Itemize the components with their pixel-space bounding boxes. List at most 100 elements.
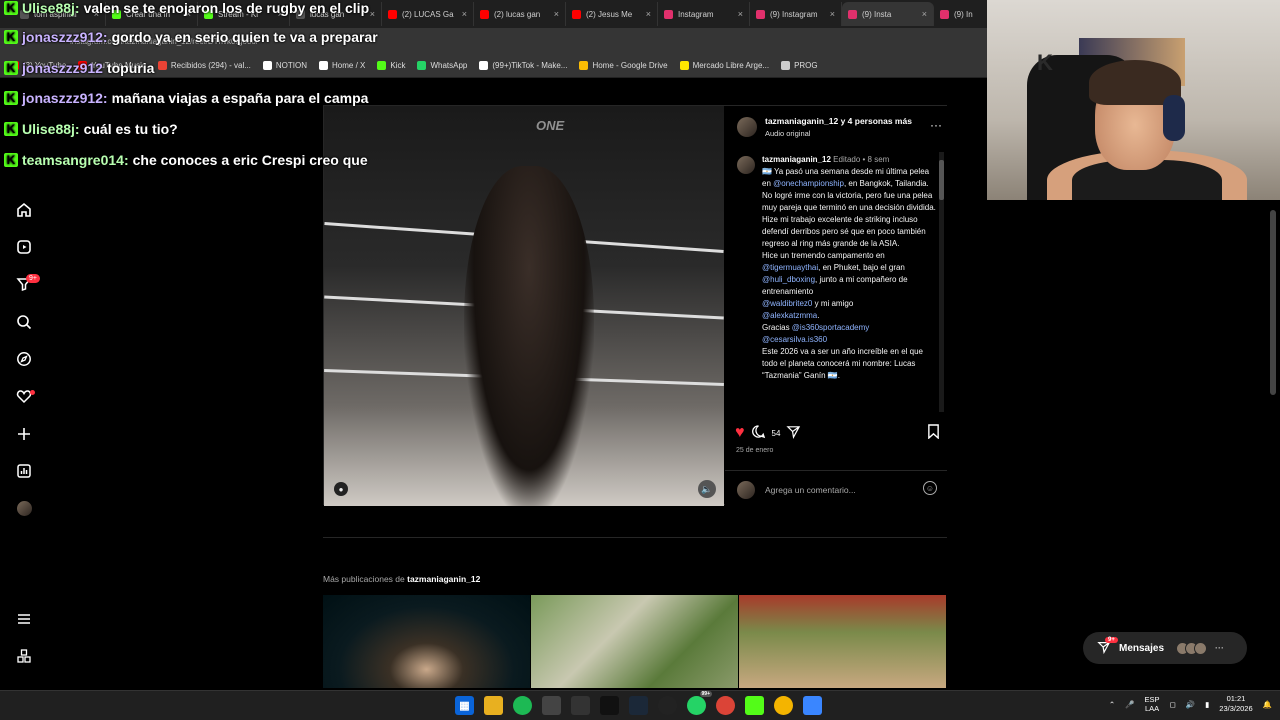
- author-avatar[interactable]: [737, 117, 757, 137]
- dashboard-icon[interactable]: [14, 461, 34, 481]
- chrome-profile-icon[interactable]: [774, 696, 793, 715]
- tab-close-icon[interactable]: ×: [462, 9, 467, 19]
- file-explorer-icon[interactable]: [484, 696, 503, 715]
- network-icon[interactable]: ◻: [1170, 700, 1176, 709]
- webcam-feed: K: [987, 0, 1280, 200]
- apps-icon[interactable]: [14, 646, 34, 666]
- emoji-icon[interactable]: ☺: [923, 481, 937, 495]
- share-icon[interactable]: [786, 424, 801, 443]
- tab-close-icon[interactable]: ×: [646, 9, 651, 19]
- lang-variant: LAA: [1144, 704, 1160, 713]
- chat-message: Kjonaszzz912 topuria: [4, 60, 154, 76]
- bookmark-label: PROG: [794, 61, 818, 70]
- date: 23/3/2026: [1219, 704, 1253, 713]
- mention-link[interactable]: @alexkatzmma: [762, 311, 817, 320]
- tab-close-icon[interactable]: ×: [738, 9, 743, 19]
- more-options-icon[interactable]: ···: [930, 118, 942, 132]
- notification-bell-icon[interactable]: 🔔: [1263, 700, 1272, 709]
- comment-icon[interactable]: [751, 424, 766, 443]
- obs-icon[interactable]: [658, 696, 677, 715]
- bookmark-item[interactable]: Recibidos (294) - val...: [157, 61, 251, 70]
- spotify-icon[interactable]: [513, 696, 532, 715]
- mention-link[interactable]: @tigermuaythai: [762, 263, 818, 272]
- caption-scrollbar[interactable]: [939, 152, 944, 412]
- kick-icon[interactable]: [745, 696, 764, 715]
- tab-close-icon[interactable]: ×: [922, 9, 927, 19]
- calculator-icon[interactable]: [571, 696, 590, 715]
- volume-icon[interactable]: 🔊: [1186, 700, 1195, 709]
- comment-input[interactable]: Agrega un comentario...: [765, 485, 856, 495]
- store-icon[interactable]: [542, 696, 561, 715]
- post-header: tazmaniaganin_12 y 4 personas más Audio …: [737, 114, 942, 142]
- section-divider: [323, 537, 947, 538]
- language-indicator[interactable]: ESP LAA: [1145, 695, 1160, 713]
- steam-icon[interactable]: [629, 696, 648, 715]
- chat-text: cuál es tu tio?: [83, 121, 178, 137]
- bookmark-item[interactable]: Mercado Libre Arge...: [679, 61, 769, 70]
- mention-link[interactable]: @cesarsilva.is360: [762, 335, 827, 344]
- caption-avatar[interactable]: [737, 156, 755, 174]
- like-heart-icon[interactable]: ♥: [735, 424, 745, 442]
- bookmark-item[interactable]: WhatsApp: [417, 61, 467, 70]
- windows-start-icon[interactable]: ▦: [455, 696, 474, 715]
- tag-user-icon[interactable]: ●: [334, 482, 348, 496]
- tab-label: (2) lucas gan: [494, 9, 541, 19]
- create-icon[interactable]: [14, 424, 34, 444]
- tab-close-icon[interactable]: ×: [554, 9, 559, 19]
- chat-message: K Ulise88j: cuál es tu tio?: [4, 121, 178, 137]
- reel-video[interactable]: ONE ● 🔈: [324, 106, 724, 506]
- microphone-icon[interactable]: 🎤: [1125, 700, 1134, 709]
- page-scrollbar[interactable]: [1270, 210, 1276, 395]
- browser-tab[interactable]: (2) Jesus Me ×: [566, 2, 658, 26]
- chat-text: che conoces a eric Crespi creo que: [132, 152, 368, 168]
- chrome-icon[interactable]: [716, 696, 735, 715]
- chat-username: Ulise88j:: [22, 121, 80, 137]
- post-author[interactable]: tazmaniaganin_12 y 4 personas más: [765, 116, 912, 126]
- notifications-icon[interactable]: [14, 386, 34, 406]
- caption-text: , en Phuket, bajo el gran: [818, 263, 905, 272]
- browser-tab[interactable]: (2) lucas gan ×: [474, 2, 566, 26]
- mention-link[interactable]: @huli_dboxing: [762, 275, 815, 284]
- messages-button[interactable]: 9+ Mensajes ···: [1083, 632, 1247, 664]
- post-thumbnail[interactable]: [531, 595, 738, 688]
- mention-link[interactable]: @is360sportacademy: [792, 323, 870, 332]
- menu-icon[interactable]: [14, 609, 34, 629]
- browser-tab[interactable]: Instagram ×: [658, 2, 750, 26]
- explore-icon[interactable]: [14, 349, 34, 369]
- clock[interactable]: 01:21 23/3/2026: [1219, 694, 1252, 714]
- reels-icon[interactable]: [14, 237, 34, 257]
- tab-close-icon[interactable]: ×: [830, 9, 835, 19]
- bookmark-item[interactable]: Home / X: [319, 61, 365, 70]
- volume-icon[interactable]: 🔈: [698, 480, 716, 498]
- bookmark-item[interactable]: Kick: [377, 61, 405, 70]
- more-posts-user[interactable]: tazmaniaganin_12: [407, 574, 480, 584]
- audio-label[interactable]: Audio original: [765, 129, 810, 138]
- post-thumbnail[interactable]: [323, 595, 530, 688]
- notepad-icon[interactable]: [803, 696, 822, 715]
- home-icon[interactable]: [14, 200, 34, 220]
- scroll-thumb[interactable]: [939, 160, 944, 200]
- profile-avatar[interactable]: [14, 498, 34, 518]
- post-thumbnail[interactable]: [739, 595, 946, 688]
- bookmark-item[interactable]: Home - Google Drive: [579, 61, 668, 70]
- bookmark-icon[interactable]: [927, 424, 940, 442]
- search-icon[interactable]: [14, 312, 34, 332]
- browser-tab[interactable]: (2) LUCAS Ga ×: [382, 2, 474, 26]
- bookmark-item[interactable]: PROG: [781, 61, 818, 70]
- capcut-icon[interactable]: [600, 696, 619, 715]
- mention-link[interactable]: @onechampionship: [773, 179, 844, 188]
- bookmark-item[interactable]: NOTION: [262, 61, 307, 70]
- bookmark-item[interactable]: (99+)TikTok - Make...: [479, 61, 567, 70]
- mention-link[interactable]: @waldibritez0: [762, 299, 812, 308]
- kick-badge-icon: K: [4, 91, 18, 105]
- bookmark-favicon-icon: [479, 61, 489, 70]
- chevron-up-icon[interactable]: ⌃: [1109, 700, 1115, 709]
- tab-close-icon[interactable]: ×: [370, 9, 375, 19]
- battery-icon[interactable]: ▮: [1205, 700, 1209, 709]
- caption-username[interactable]: tazmaniaganin_12: [762, 155, 831, 164]
- browser-tab[interactable]: (9) Instagram ×: [750, 2, 842, 26]
- browser-tab[interactable]: (9) Insta ×: [842, 2, 934, 26]
- comment-box: Agrega un comentario... ☺: [725, 470, 947, 506]
- bookmark-label: (99+)TikTok - Make...: [492, 61, 568, 70]
- whatsapp-icon[interactable]: 99+: [687, 691, 712, 715]
